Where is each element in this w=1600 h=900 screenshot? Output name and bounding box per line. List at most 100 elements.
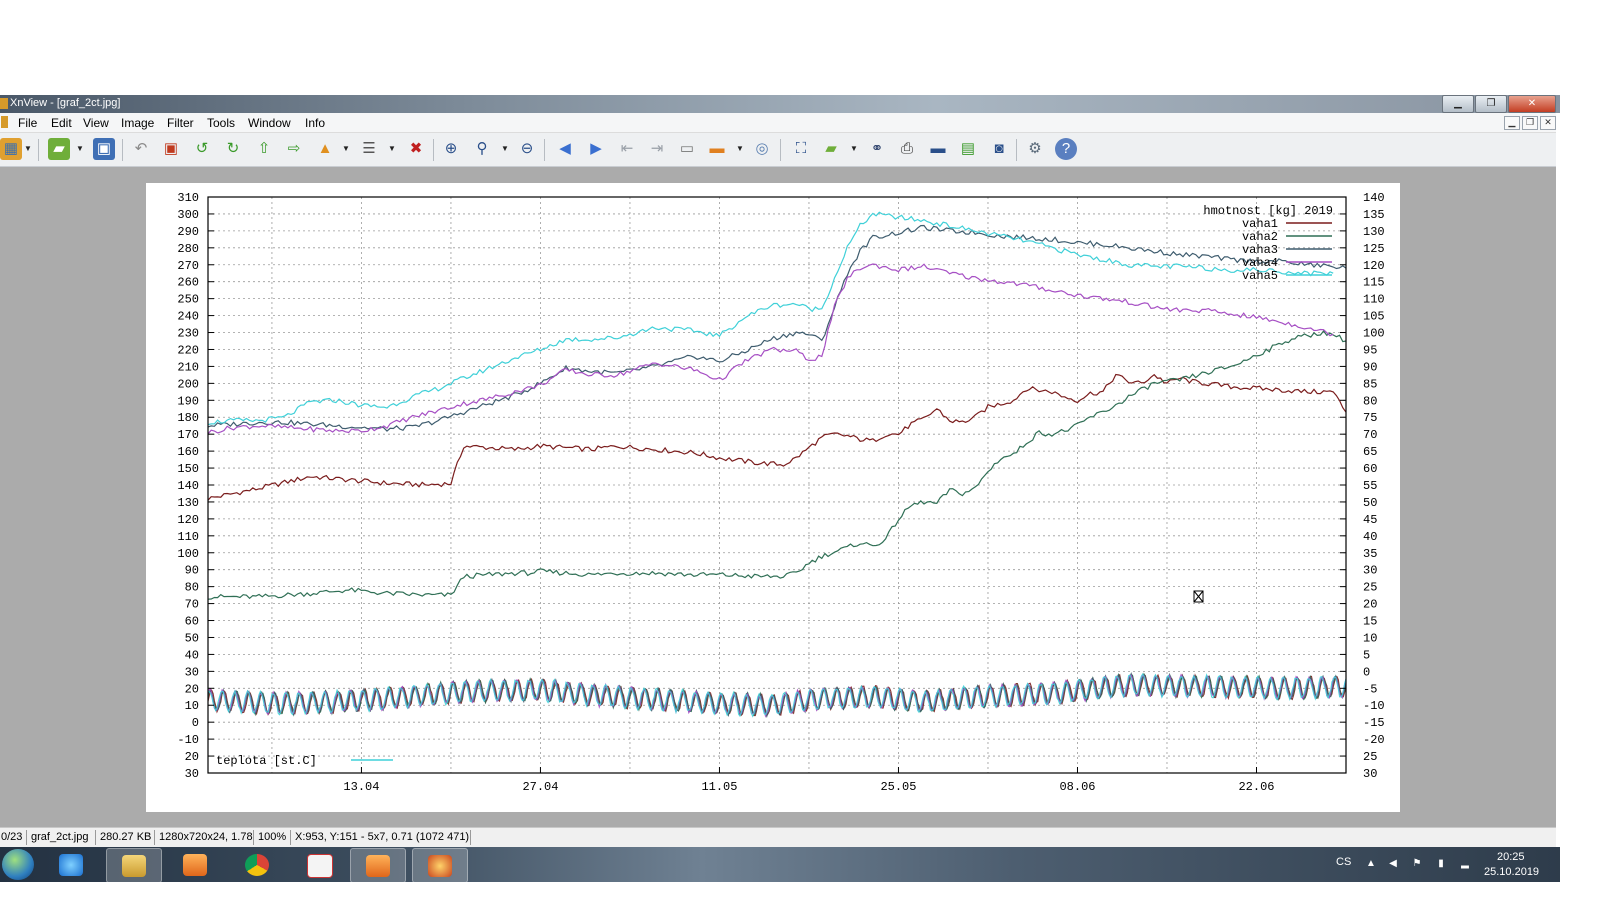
maximize-button[interactable]: ❐ <box>1475 95 1507 113</box>
open-export-icon[interactable]: ▲ <box>314 138 336 160</box>
menu-image[interactable]: Image <box>121 116 154 130</box>
tray-arrow-icon[interactable]: ▲ <box>1366 859 1376 869</box>
menu-bar: File Edit View Image Filter Tools Window… <box>0 113 1556 133</box>
chart-grid <box>208 196 1346 774</box>
arrow-right-icon[interactable]: ⇨ <box>283 138 305 160</box>
y-tick-label-right: -20 <box>1363 733 1385 747</box>
y-tick-label-left: 30 <box>185 767 199 781</box>
settings-icon[interactable]: ⚙ <box>1024 138 1046 160</box>
y-tick-label-left: 230 <box>177 327 199 341</box>
y-tick-label-left: 140 <box>177 479 199 493</box>
scanner-icon[interactable]: ▬ <box>927 138 949 160</box>
y-tick-label-left: 20 <box>185 682 199 696</box>
weight-temperature-chart: 310 140300 135290 130280 125270 120260 115250 1… <box>177 191 1385 794</box>
save-icon[interactable]: ▣ <box>93 138 115 160</box>
mdi-restore-button[interactable]: ❐ <box>1522 116 1538 130</box>
menu-edit[interactable]: Edit <box>51 116 72 130</box>
zoom-icon[interactable]: ⚲ <box>471 138 493 160</box>
minimize-button[interactable]: ▁ <box>1442 95 1474 113</box>
x-tick-label: 13.04 <box>343 780 379 794</box>
status-zoom: 100% <box>258 831 287 843</box>
zoom-in-icon[interactable]: ⊕ <box>440 138 462 160</box>
first-icon[interactable]: ⇤ <box>616 138 638 160</box>
xnview-icon <box>428 855 452 877</box>
status-filename: graf_2ct.jpg <box>31 831 89 843</box>
convert-dropdown-icon[interactable]: ▼ <box>850 138 858 160</box>
previous-icon[interactable]: ◀ <box>554 138 576 160</box>
y-tick-label-left: 290 <box>177 225 199 239</box>
rotate-right-icon[interactable]: ↻ <box>222 138 244 160</box>
print-icon[interactable]: ⎙ <box>896 138 918 160</box>
open-folder-icon[interactable]: ▰ <box>48 138 70 160</box>
x-tick-label: 08.06 <box>1059 780 1095 794</box>
volume-icon[interactable]: ◀ <box>1388 859 1398 869</box>
y-tick-label-left: 210 <box>177 360 199 374</box>
y-tick-label-left: 20 <box>185 750 199 764</box>
clock-time[interactable]: 20:25 <box>1497 851 1525 863</box>
rotate-left-icon[interactable]: ↺ <box>191 138 213 160</box>
y-tick-label-right: 110 <box>1363 293 1385 307</box>
menu-file[interactable]: File <box>18 116 37 130</box>
graph-icon <box>307 854 333 878</box>
delete-icon[interactable]: ✖ <box>405 138 427 160</box>
taskbar-media-player[interactable] <box>168 848 222 881</box>
clock-date[interactable]: 25.10.2019 <box>1484 866 1539 878</box>
properties-icon[interactable]: ☰ <box>358 138 380 160</box>
mdi-close-button[interactable]: ✕ <box>1540 116 1556 130</box>
acquire-icon[interactable]: ▤ <box>957 138 979 160</box>
zoom-out-icon[interactable]: ⊖ <box>516 138 538 160</box>
language-indicator[interactable]: CS <box>1336 856 1351 868</box>
media-player-icon <box>183 854 207 876</box>
arrow-up-icon[interactable]: ⇧ <box>253 138 275 160</box>
flag-icon[interactable]: ⚑ <box>1412 859 1422 869</box>
zoom-dropdown-icon[interactable]: ▼ <box>501 138 509 160</box>
y-tick-label-left: 0 <box>192 716 199 730</box>
menu-view[interactable]: View <box>83 116 109 130</box>
network-icon[interactable]: ▂ <box>1460 859 1470 869</box>
menu-info[interactable]: Info <box>305 116 325 130</box>
next-icon[interactable]: ▶ <box>585 138 607 160</box>
screen-dropdown-icon[interactable]: ▼ <box>736 138 744 160</box>
taskbar-graph-app[interactable] <box>292 848 346 881</box>
crop-icon[interactable]: ▣ <box>160 138 182 160</box>
y-tick-label-right: 15 <box>1363 615 1377 629</box>
capture-icon[interactable]: ◎ <box>751 138 773 160</box>
export-dropdown-icon[interactable]: ▼ <box>342 138 350 160</box>
taskbar-chrome[interactable] <box>230 848 284 881</box>
undo-icon[interactable]: ↶ <box>130 138 152 160</box>
mdi-minimize-button[interactable]: ▁ <box>1504 116 1520 130</box>
chrome-icon <box>245 854 269 876</box>
menu-window[interactable]: Window <box>248 116 291 130</box>
menu-filter[interactable]: Filter <box>167 116 194 130</box>
file-explorer-icon <box>122 855 146 877</box>
help-icon[interactable]: ? <box>1055 138 1077 160</box>
start-button[interactable] <box>2 849 34 880</box>
convert-icon[interactable]: ▰ <box>820 138 842 160</box>
properties-dropdown-icon[interactable]: ▼ <box>388 138 396 160</box>
taskbar-media-player-2[interactable] <box>350 848 406 883</box>
xnview-app-icon <box>0 98 8 109</box>
last-icon[interactable]: ⇥ <box>646 138 668 160</box>
slideshow-icon[interactable]: ▭ <box>676 138 698 160</box>
y-tick-label-right: 60 <box>1363 462 1377 476</box>
camera-icon[interactable]: ◙ <box>988 138 1010 160</box>
open-dropdown-icon[interactable]: ▼ <box>76 138 84 160</box>
y-tick-label-left: 70 <box>185 598 199 612</box>
y-tick-label-left: 310 <box>177 191 199 205</box>
taskbar-xnview[interactable] <box>412 848 468 883</box>
screen-icon[interactable]: ▬ <box>706 138 728 160</box>
browser-dropdown-icon[interactable]: ▼ <box>24 138 32 160</box>
taskbar-file-explorer[interactable] <box>106 848 162 883</box>
menu-tools[interactable]: Tools <box>207 116 235 130</box>
chart-series <box>207 211 1347 719</box>
power-icon[interactable]: ▮ <box>1436 859 1446 869</box>
window-titlebar[interactable]: XnView - [graf_2ct.jpg] ▁ ❐ ✕ <box>0 95 1560 113</box>
y-tick-label-right: 45 <box>1363 513 1377 527</box>
browser-icon[interactable]: ▦ <box>0 138 22 160</box>
close-button[interactable]: ✕ <box>1508 95 1556 113</box>
taskbar-internet-explorer[interactable] <box>44 848 98 881</box>
fullscreen-icon[interactable]: ⛶ <box>790 138 812 160</box>
find-icon[interactable]: ⚭ <box>866 138 888 160</box>
legend-label-vaha2: vaha2 <box>1242 230 1278 244</box>
toolbar-separator <box>1016 139 1017 161</box>
